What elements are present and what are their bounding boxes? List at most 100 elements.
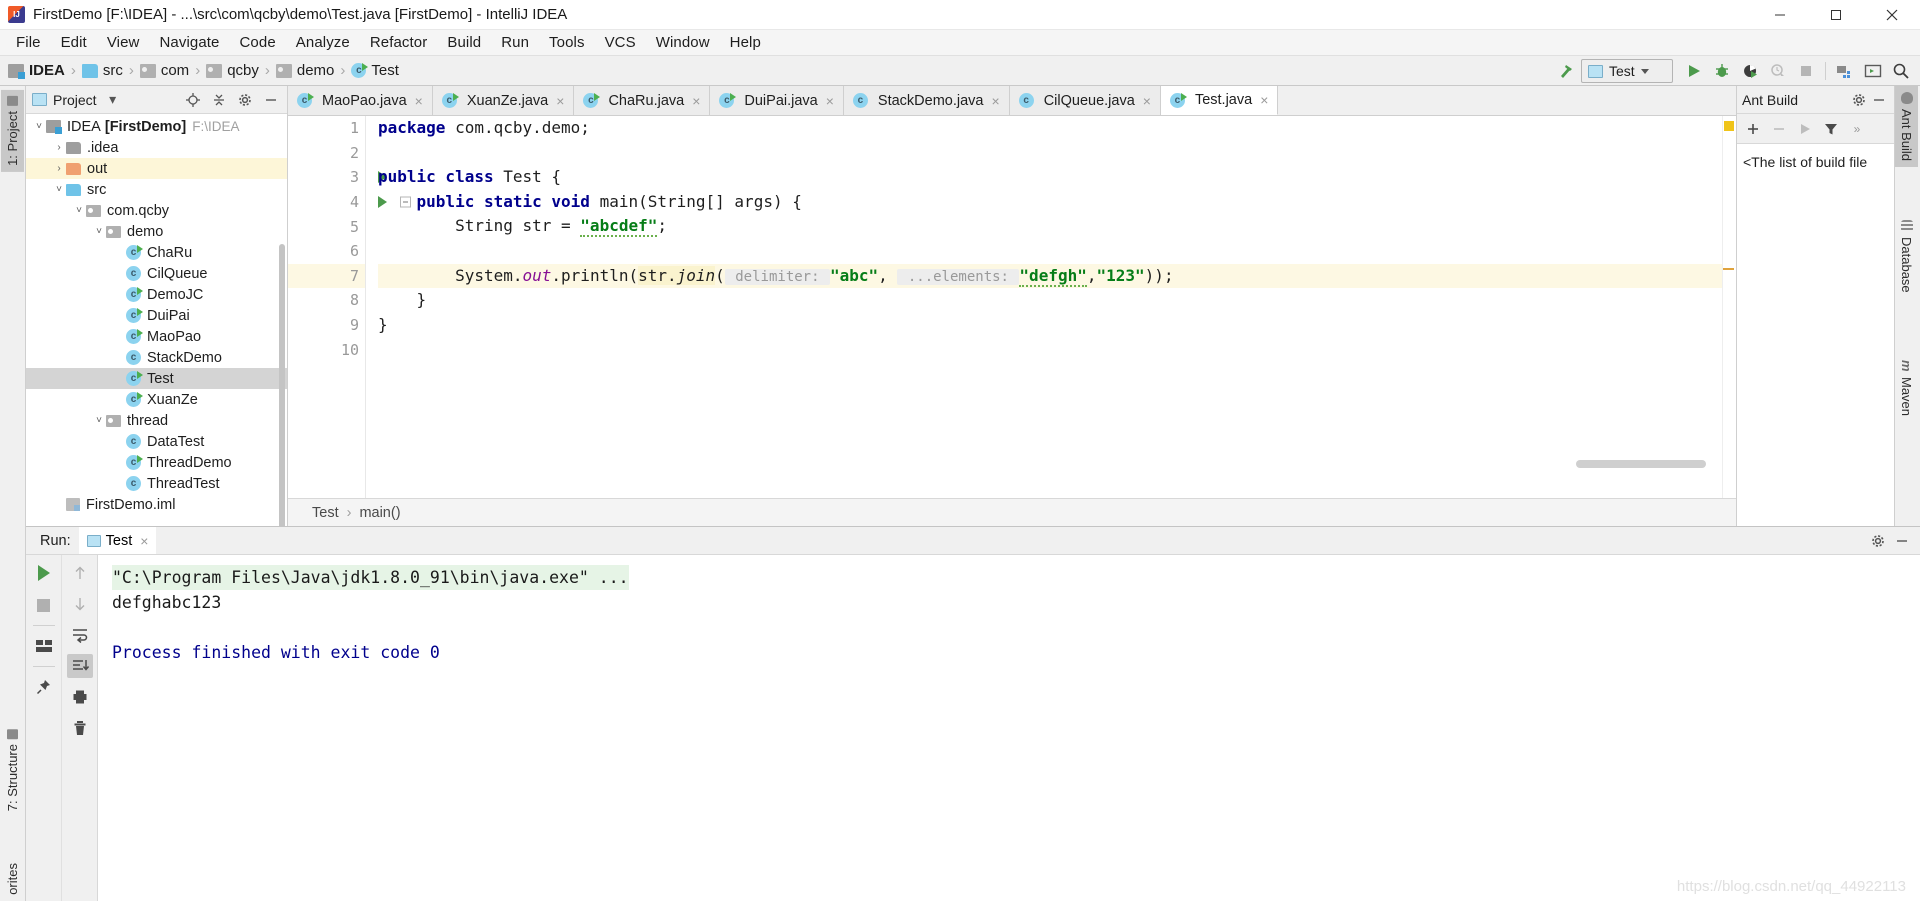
- expand-arrow-icon[interactable]: ˅: [92, 415, 106, 426]
- menu-run[interactable]: Run: [491, 32, 539, 53]
- close-icon[interactable]: ×: [1260, 92, 1268, 108]
- tree-node[interactable]: ˅ demo: [26, 221, 287, 242]
- code-line[interactable]: }: [378, 313, 1736, 338]
- breadcrumb-src[interactable]: src: [81, 62, 123, 79]
- stop-icon[interactable]: [31, 593, 57, 617]
- editor-tab[interactable]: XuanZe.java ×: [432, 86, 575, 115]
- editor-tab[interactable]: Test.java ×: [1160, 86, 1279, 115]
- editor-tab[interactable]: DuiPai.java ×: [710, 86, 844, 115]
- editor-gutter[interactable]: 1 2 3 4 5 6 7 8 9 10: [288, 116, 411, 498]
- profile-button[interactable]: [1765, 59, 1791, 83]
- code-line[interactable]: public class Test {: [378, 165, 1736, 190]
- menu-vcs[interactable]: VCS: [595, 32, 646, 53]
- print-icon[interactable]: [67, 685, 93, 709]
- settings-gear-icon[interactable]: [235, 90, 255, 110]
- console-output[interactable]: "C:\Program Files\Java\jdk1.8.0_91\bin\j…: [98, 555, 1920, 901]
- layout-icon[interactable]: [31, 634, 57, 658]
- tree-node[interactable]: › DataTest: [26, 431, 287, 452]
- tree-node[interactable]: ˅ thread: [26, 410, 287, 431]
- menu-view[interactable]: View: [97, 32, 150, 53]
- rerun-icon[interactable]: [31, 561, 57, 585]
- down-icon[interactable]: [67, 592, 93, 616]
- tree-node[interactable]: › MaoPao: [26, 326, 287, 347]
- close-icon[interactable]: ×: [826, 93, 834, 109]
- editor-tab[interactable]: ChaRu.java ×: [574, 86, 711, 115]
- chevron-down-icon[interactable]: ▾: [103, 90, 123, 110]
- tool-button-database[interactable]: Database: [1895, 214, 1918, 299]
- close-icon[interactable]: ×: [415, 93, 423, 109]
- locate-icon[interactable]: [183, 90, 203, 110]
- breadcrumb-demo[interactable]: demo: [275, 62, 334, 79]
- expand-arrow-icon[interactable]: ˅: [32, 121, 46, 132]
- debug-button[interactable]: [1709, 59, 1735, 83]
- code-line[interactable]: }: [378, 288, 1736, 313]
- close-icon[interactable]: ×: [140, 533, 148, 549]
- maximize-button[interactable]: [1808, 0, 1864, 30]
- tool-button-structure[interactable]: 7: Structure: [1, 723, 24, 817]
- code-line[interactable]: [378, 337, 1736, 362]
- project-tree-scrollbar[interactable]: [279, 244, 285, 526]
- tree-node[interactable]: › out: [26, 158, 287, 179]
- tree-node[interactable]: › ChaRu: [26, 242, 287, 263]
- code-line[interactable]: System.out.println(str.join( delimiter: …: [378, 263, 1736, 289]
- menu-build[interactable]: Build: [437, 32, 491, 53]
- tree-node[interactable]: › CilQueue: [26, 263, 287, 284]
- menu-help[interactable]: Help: [720, 32, 771, 53]
- tree-node[interactable]: › ThreadDemo: [26, 452, 287, 473]
- tool-button-maven[interactable]: m Maven: [1895, 354, 1918, 422]
- tree-node[interactable]: › DuiPai: [26, 305, 287, 326]
- tree-node[interactable]: › FirstDemo.iml: [26, 494, 287, 515]
- close-icon[interactable]: ×: [992, 93, 1000, 109]
- tool-button-ant-build[interactable]: Ant Build: [1895, 86, 1918, 168]
- tree-node[interactable]: › Test: [26, 368, 287, 389]
- editor-horizontal-scrollbar[interactable]: [368, 460, 1706, 468]
- expand-arrow-icon[interactable]: ˅: [92, 226, 106, 237]
- tool-button-favorites[interactable]: orites: [1, 857, 24, 901]
- run-icon[interactable]: [1793, 118, 1817, 140]
- collapse-arrow-icon[interactable]: ›: [52, 142, 66, 153]
- code-line[interactable]: String str = "abcdef";: [378, 214, 1736, 239]
- filter-icon[interactable]: [1819, 118, 1843, 140]
- breadcrumb-qcby[interactable]: qcby: [206, 62, 259, 79]
- code-line[interactable]: public static void main(String[] args) {: [378, 190, 1736, 215]
- menu-navigate[interactable]: Navigate: [149, 32, 229, 53]
- tree-node[interactable]: › DemoJC: [26, 284, 287, 305]
- editor-tab[interactable]: MaoPao.java ×: [288, 86, 433, 115]
- up-icon[interactable]: [67, 561, 93, 585]
- project-structure-icon[interactable]: [1832, 59, 1858, 83]
- code-line[interactable]: [378, 141, 1736, 166]
- editor-tab[interactable]: CilQueue.java ×: [1009, 86, 1161, 115]
- stop-button[interactable]: [1793, 59, 1819, 83]
- remove-icon[interactable]: [1767, 118, 1791, 140]
- expand-arrow-icon[interactable]: ˅: [72, 205, 86, 216]
- hide-panel-icon[interactable]: [1892, 531, 1912, 551]
- soft-wrap-icon[interactable]: [67, 623, 93, 647]
- menu-tools[interactable]: Tools: [539, 32, 595, 53]
- editor-tab[interactable]: StackDemo.java ×: [843, 86, 1010, 115]
- run-with-coverage-button[interactable]: [1737, 59, 1763, 83]
- hammer-build-icon[interactable]: [1553, 59, 1579, 83]
- close-icon[interactable]: ×: [556, 93, 564, 109]
- breadcrumb-class[interactable]: Test: [312, 505, 339, 521]
- tree-node[interactable]: ˅ src: [26, 179, 287, 200]
- tree-node[interactable]: › XuanZe: [26, 389, 287, 410]
- close-button[interactable]: [1864, 0, 1920, 30]
- collapse-all-icon[interactable]: [209, 90, 229, 110]
- code-line[interactable]: [378, 239, 1736, 264]
- pin-icon[interactable]: [31, 675, 57, 699]
- close-icon[interactable]: ×: [692, 93, 700, 109]
- menu-analyze[interactable]: Analyze: [286, 32, 360, 53]
- menu-refactor[interactable]: Refactor: [360, 32, 438, 53]
- breadcrumb-method[interactable]: main(): [359, 505, 400, 521]
- tree-node[interactable]: ˅ IDEA [FirstDemo] F:\IDEA: [26, 116, 287, 137]
- hide-panel-icon[interactable]: [261, 90, 281, 110]
- run-button[interactable]: [1681, 59, 1707, 83]
- breadcrumb-idea[interactable]: IDEA: [8, 62, 65, 79]
- tree-node[interactable]: › ThreadTest: [26, 473, 287, 494]
- menu-code[interactable]: Code: [230, 32, 286, 53]
- run-tab-test[interactable]: Test ×: [78, 527, 157, 554]
- code-line[interactable]: package com.qcby.demo;: [378, 116, 1736, 141]
- minimize-button[interactable]: [1752, 0, 1808, 30]
- tree-node[interactable]: › StackDemo: [26, 347, 287, 368]
- terminal-icon[interactable]: [1860, 59, 1886, 83]
